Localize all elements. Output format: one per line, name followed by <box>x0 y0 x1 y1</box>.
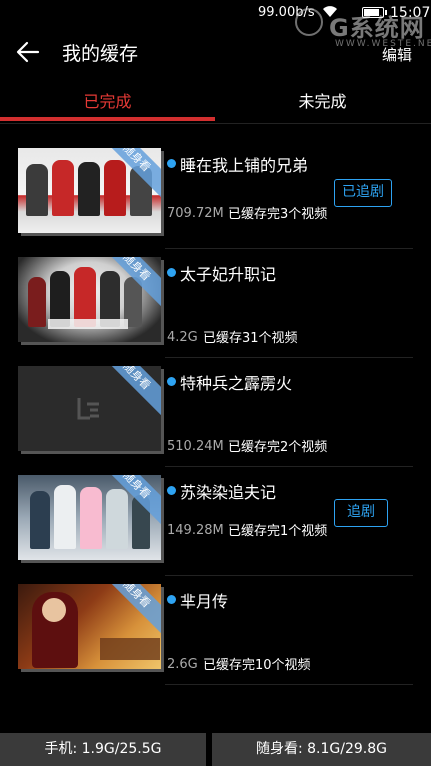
cache-size: 149.28M <box>167 523 224 538</box>
cache-status: 已缓存完3个视频 <box>228 207 328 222</box>
cache-status: 已缓存完1个视频 <box>228 524 328 539</box>
list-item[interactable]: 随身看 苏染染追夫记 149.28M 已缓存完1个视频 追剧 <box>0 467 431 576</box>
storage-footer: 手机: 1.9G/25.5G 随身看: 8.1G/29.8G <box>0 733 431 766</box>
cache-status: 已缓存完10个视频 <box>203 658 311 673</box>
new-indicator-dot <box>167 159 176 168</box>
video-title: 太子妃升职记 <box>180 265 277 284</box>
following-button[interactable]: 已追剧 <box>334 179 392 207</box>
video-title: 睡在我上铺的兄弟 <box>180 156 309 175</box>
app-bar: 我的缓存 编辑 <box>0 26 431 78</box>
cache-size: 4.2G <box>167 330 198 345</box>
new-indicator-dot <box>167 268 176 277</box>
page-title: 我的缓存 <box>62 43 139 65</box>
le-logo-icon <box>77 398 99 420</box>
cache-size: 709.72M <box>167 206 224 221</box>
video-title: 芈月传 <box>180 592 229 611</box>
video-thumbnail: 随身看 <box>18 366 161 451</box>
back-arrow-icon[interactable] <box>14 38 42 66</box>
list-item[interactable]: 随身看 芈月传 2.6G 已缓存完10个视频 <box>0 576 431 685</box>
list-item[interactable]: 随身看 睡在我上铺的兄弟 709.72M 已缓存完3个视频 已追剧 <box>0 140 431 249</box>
video-thumbnail: 随身看 <box>18 584 161 669</box>
video-title: 苏染染追夫记 <box>180 483 277 502</box>
follow-button[interactable]: 追剧 <box>334 499 388 527</box>
portable-storage: 随身看: 8.1G/29.8G <box>255 741 388 757</box>
cache-status: 已缓存31个视频 <box>203 331 298 346</box>
new-indicator-dot <box>167 595 176 604</box>
list-item[interactable]: 随身看 太子妃升职记 4.2G 已缓存31个视频 <box>0 249 431 358</box>
list-item[interactable]: 随身看 特种兵之霹雳火 510.24M 已缓存完2个视频 <box>0 358 431 467</box>
video-title: 特种兵之霹雳火 <box>180 374 293 393</box>
video-thumbnail: 随身看 <box>18 148 161 233</box>
video-thumbnail: 随身看 <box>18 257 161 342</box>
phone-storage: 手机: 1.9G/25.5G <box>44 741 162 757</box>
new-indicator-dot <box>167 486 176 495</box>
cache-size: 2.6G <box>167 657 198 672</box>
cache-list: 随身看 睡在我上铺的兄弟 709.72M 已缓存完3个视频 已追剧 随身看 太子… <box>0 140 431 685</box>
edit-button[interactable]: 编辑 <box>382 44 412 65</box>
cache-status: 已缓存完2个视频 <box>228 440 328 455</box>
new-indicator-dot <box>167 377 176 386</box>
tab-incomplete[interactable]: 未完成 <box>215 80 430 124</box>
video-thumbnail: 随身看 <box>18 475 161 560</box>
cache-size: 510.24M <box>167 439 224 454</box>
tab-indicator <box>0 117 215 121</box>
